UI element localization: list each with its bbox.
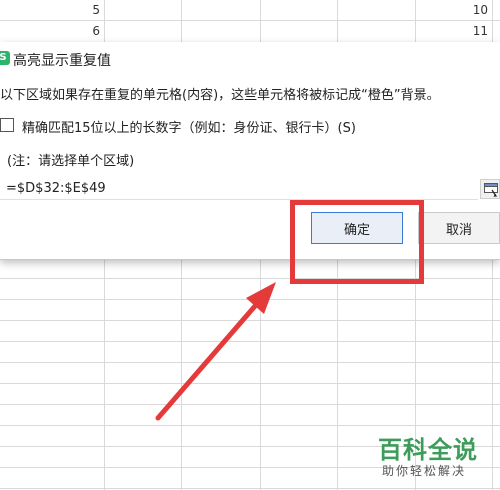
watermark-tagline: 助你轻松解决 (382, 464, 467, 478)
exact-match-label[interactable]: 精确匹配15位以上的长数字（例如：身份证、银行卡）(S) (22, 117, 356, 136)
row-divider (0, 404, 500, 405)
range-picker-button[interactable] (480, 179, 500, 199)
cell-value[interactable]: 6 (60, 24, 100, 38)
range-select-icon (484, 183, 498, 197)
watermark-logo: 百科全说 (378, 436, 478, 464)
range-input[interactable] (0, 178, 478, 200)
cell-value[interactable]: 10 (448, 3, 488, 17)
row-divider (0, 278, 500, 279)
dialog-title: 高亮显示重复值 (13, 53, 111, 69)
row-divider (0, 299, 500, 300)
row-divider (0, 425, 500, 426)
exact-match-checkbox[interactable] (0, 118, 14, 132)
cancel-button[interactable]: 取消 (418, 212, 500, 244)
row-divider (0, 341, 500, 342)
annotation-highlight-box (290, 200, 424, 284)
dialog-description: 以下区域如果存在重复的单元格(内容)，这些单元格将被标记成“橙色”背景。 (0, 88, 440, 103)
dialog-note: (注：请选择单个区域) (7, 154, 135, 169)
dialog-titlebar[interactable]: S 高亮显示重复值 (0, 42, 500, 76)
row-divider (0, 362, 500, 363)
row-divider (0, 20, 500, 21)
watermark: 百科全说 助你轻松解决 (370, 430, 490, 480)
app-logo-icon: S (0, 51, 10, 65)
row-divider (0, 488, 500, 489)
row-divider (0, 383, 500, 384)
cell-value[interactable]: 5 (60, 3, 100, 17)
row-divider (0, 320, 500, 321)
cell-value[interactable]: 11 (448, 24, 488, 38)
highlight-duplicates-dialog: S 高亮显示重复值 以下区域如果存在重复的单元格(内容)，这些单元格将被标记成“… (0, 42, 500, 260)
